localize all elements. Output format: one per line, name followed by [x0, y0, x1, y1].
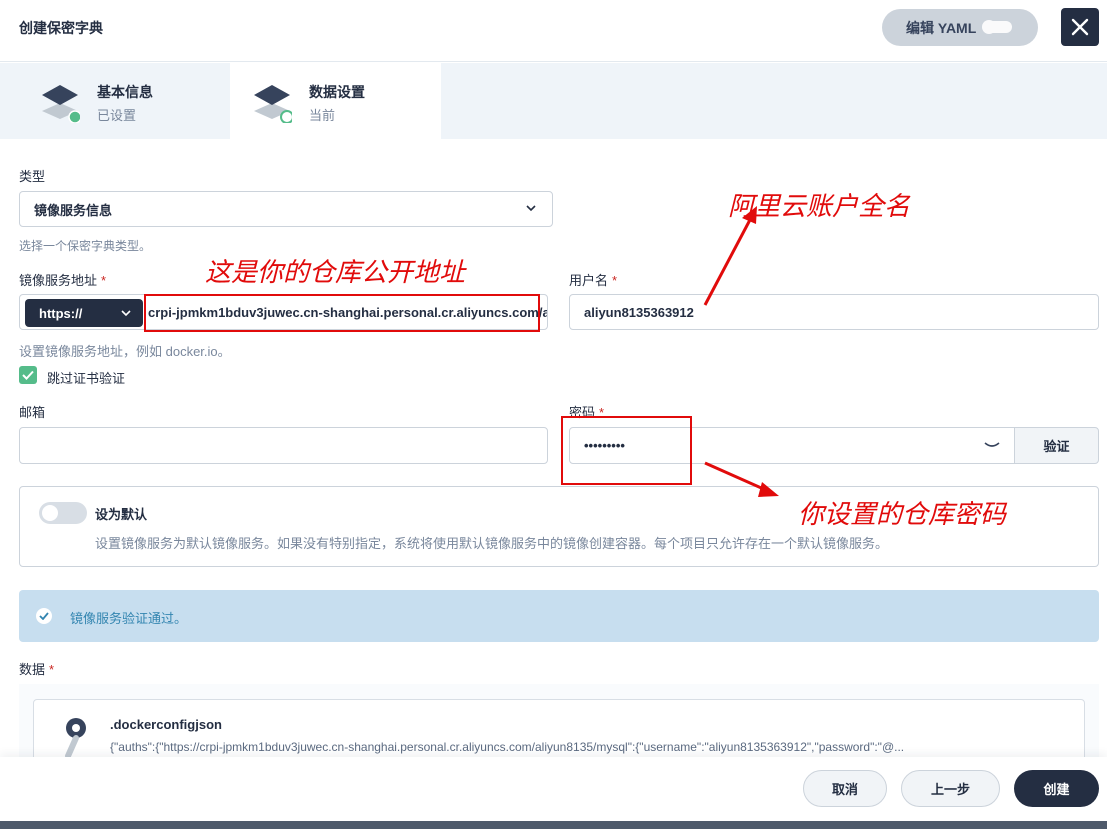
check-circle-icon	[36, 608, 52, 624]
address-annotation: 这是你的仓库公开地址	[205, 258, 466, 288]
data-value: {"auths":{"https://crpi-jpmkm1bduv3juwec…	[110, 740, 905, 754]
data-list: .dockerconfigjson {"auths":{"https://crp…	[19, 684, 1099, 769]
protocol-select[interactable]: https://	[25, 299, 143, 327]
close-icon	[1071, 18, 1089, 36]
edit-yaml-toggle[interactable]: 编辑 YAML	[882, 9, 1038, 46]
type-select[interactable]: 镜像服务信息	[19, 191, 553, 227]
verify-button[interactable]: 验证	[1014, 427, 1099, 464]
cancel-button[interactable]: 取消	[803, 770, 887, 807]
set-default-title: 设为默认	[95, 507, 148, 522]
step-data-settings[interactable]: 数据设置 当前	[230, 63, 441, 139]
chevron-down-icon	[121, 310, 131, 317]
set-default-toggle[interactable]	[39, 502, 87, 524]
arrow-to-account-note	[703, 215, 754, 306]
step-status: 当前	[309, 108, 336, 123]
username-input[interactable]: aliyun8135363912	[569, 294, 1099, 330]
username-value: aliyun8135363912	[584, 304, 694, 320]
key-icon	[65, 718, 86, 759]
data-label: 数据 *	[19, 662, 55, 677]
data-key: .dockerconfigjson	[110, 717, 222, 732]
account-annotation: 阿里云账户全名	[728, 192, 911, 222]
step-title: 基本信息	[97, 84, 153, 100]
modal-footer: 取消 上一步 创建	[0, 757, 1107, 821]
email-input[interactable]	[19, 427, 548, 464]
step-status: 已设置	[97, 108, 137, 123]
password-annotation: 你设置的仓库密码	[798, 500, 1007, 530]
alert-text: 镜像服务验证通过。	[70, 611, 188, 626]
previous-button[interactable]: 上一步	[901, 770, 1000, 807]
password-highlight-box	[561, 416, 692, 485]
step-title: 数据设置	[309, 84, 365, 100]
bottom-bar	[0, 821, 1107, 829]
modal-header: 创建保密字典 编辑 YAML	[0, 0, 1107, 62]
yaml-switch-icon[interactable]	[982, 20, 1012, 34]
registry-address-label: 镜像服务地址 *	[19, 273, 107, 288]
type-hint: 选择一个保密字典类型。	[19, 239, 152, 253]
username-label: 用户名 *	[569, 273, 618, 288]
edit-yaml-label: 编辑 YAML	[906, 19, 977, 36]
registry-hint: 设置镜像服务地址，例如 docker.io。	[19, 344, 231, 359]
check-icon	[22, 370, 34, 380]
page-title: 创建保密字典	[19, 20, 103, 36]
verification-success-alert: 镜像服务验证通过。	[19, 590, 1099, 642]
eye-closed-icon[interactable]	[984, 441, 1000, 449]
layers-icon	[254, 85, 292, 123]
set-default-description: 设置镜像服务为默认镜像服务。如果没有特别指定，系统将使用默认镜像服务中的镜像创建…	[95, 536, 889, 551]
skip-tls-label: 跳过证书验证	[47, 371, 126, 386]
type-label: 类型	[19, 169, 46, 184]
chevron-down-icon	[526, 205, 536, 212]
skip-tls-checkbox[interactable]	[19, 366, 37, 384]
step-bar: 基本信息 已设置 数据设置 当前	[0, 63, 1107, 139]
close-button[interactable]	[1061, 8, 1099, 46]
type-select-value: 镜像服务信息	[34, 202, 113, 218]
address-highlight-box	[144, 294, 540, 332]
email-label: 邮箱	[19, 405, 46, 420]
layers-icon	[42, 85, 80, 123]
create-button[interactable]: 创建	[1014, 770, 1099, 807]
protocol-value: https://	[39, 305, 83, 321]
step-basic-info[interactable]: 基本信息 已设置	[0, 63, 211, 139]
